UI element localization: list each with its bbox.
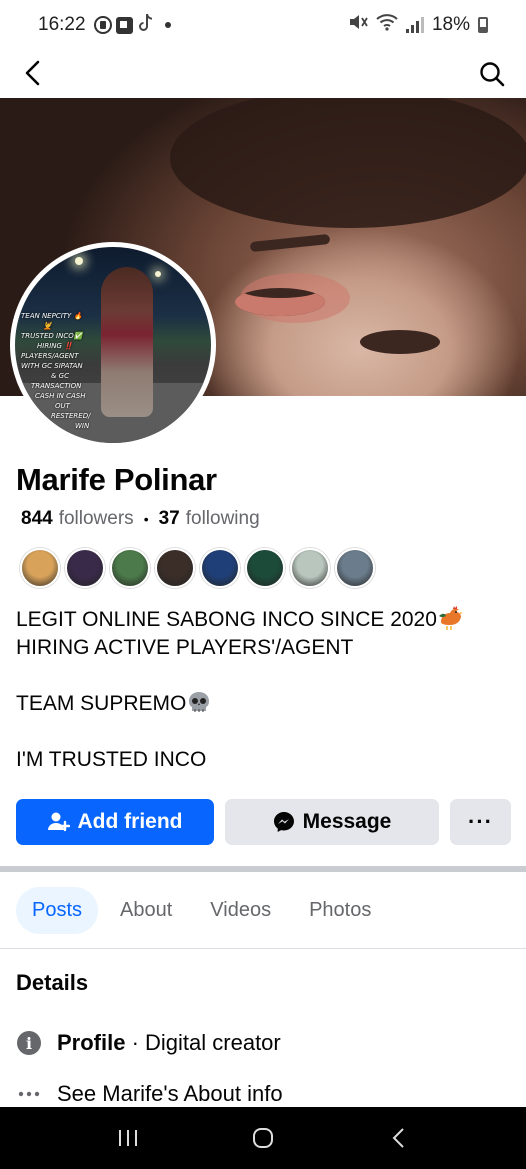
status-bar: 16:22 18% (0, 0, 526, 50)
mutual-friend-avatar[interactable] (65, 548, 105, 588)
tabs-divider (0, 948, 526, 949)
avatar-text-line: WITH GC SIPATAN (21, 362, 83, 370)
mutual-friend-avatar[interactable] (155, 548, 195, 588)
tab-about[interactable]: About (104, 887, 188, 934)
ellipsis-icon (16, 1081, 42, 1107)
bio-line: LEGIT ONLINE SABONG INCO SINCE 2020 (16, 606, 516, 634)
tab-photos[interactable]: Photos (293, 887, 387, 934)
tab-videos[interactable]: Videos (194, 887, 287, 934)
street-light-shape (155, 271, 161, 277)
more-options-button[interactable]: ··· (450, 799, 511, 845)
mutual-friend-avatar[interactable] (200, 548, 240, 588)
tiktok-icon (137, 13, 155, 38)
profile-avatar[interactable]: TEAN NEPCITY 🔥 💆 TRUSTED INCO✅ HIRING ‼️… (10, 242, 216, 448)
profile-bio: LEGIT ONLINE SABONG INCO SINCE 2020 HIRI… (16, 606, 516, 774)
screen-record-icon (93, 16, 112, 34)
avatar-text-line: & GC (51, 372, 69, 380)
chevron-left-icon (25, 60, 40, 86)
details-heading: Details (16, 970, 89, 995)
avatar-overlay-text: TEAN NEPCITY 🔥 💆 TRUSTED INCO✅ HIRING ‼️… (21, 311, 131, 431)
battery-icon (478, 17, 488, 33)
avatar-text-line: HIRING ‼️ (37, 342, 73, 350)
avatar-text-line: TRANSACTION (31, 382, 82, 390)
bio-line-text: TEAM SUPREMO (16, 692, 187, 715)
rooster-icon (437, 606, 465, 630)
avatar-text-line: OUT (55, 402, 70, 410)
recent-apps-icon (118, 1130, 137, 1146)
back-button[interactable] (18, 58, 48, 88)
message-label: Message (302, 810, 392, 833)
cover-brow-shape (249, 233, 331, 253)
bio-line: I'M TRUSTED INCO (16, 748, 207, 771)
recent-apps-button[interactable] (108, 1118, 148, 1158)
message-button[interactable]: Message (225, 799, 439, 845)
mutual-friends-row[interactable] (20, 548, 375, 588)
home-button[interactable] (243, 1118, 283, 1158)
gallery-icon (115, 16, 133, 34)
messenger-icon (273, 812, 294, 832)
profile-name: Marife Polinar (16, 462, 217, 497)
detail-profile-value: Digital creator (145, 1030, 281, 1055)
profile-actions: Add friend Message ··· (16, 799, 511, 845)
status-time: 16:22 (38, 14, 86, 35)
avatar-text-line: WIN (75, 422, 90, 430)
battery-percent: 18% (431, 14, 470, 35)
follow-stats: 844 followers • 37 following (21, 508, 260, 530)
mutual-friend-avatar[interactable] (110, 548, 150, 588)
see-about-info-link[interactable]: See Marife's About info (16, 1081, 283, 1107)
mutual-friend-avatar[interactable] (335, 548, 375, 588)
follow-separator: • (143, 511, 149, 527)
followers-count[interactable]: 844 (21, 508, 53, 530)
system-back-button[interactable] (378, 1118, 418, 1158)
cover-hair-shape (170, 98, 526, 228)
mutual-friend-avatar[interactable] (290, 548, 330, 588)
avatar-text-line: CASH IN CASH (35, 392, 86, 400)
status-notification-icons (93, 13, 171, 38)
android-nav-bar (0, 1107, 526, 1169)
tab-posts[interactable]: Posts (16, 887, 99, 934)
top-nav-bar (0, 50, 526, 98)
following-label[interactable]: following (186, 508, 260, 530)
add-friend-label: Add friend (77, 810, 183, 833)
avatar-text-line: TEAN NEPCITY 🔥 (21, 312, 83, 320)
followers-label[interactable]: followers (59, 508, 134, 530)
status-right-icons: 18% (348, 13, 488, 37)
following-count[interactable]: 37 (159, 508, 180, 530)
detail-profile-separator: · (125, 1030, 146, 1055)
person-add-icon (47, 812, 70, 832)
street-light-shape (75, 257, 83, 265)
cover-eye-shape (235, 288, 325, 316)
avatar-text-line: TRUSTED INCO✅ (21, 332, 83, 340)
see-about-info-label: See Marife's About info (57, 1081, 283, 1106)
bio-line: TEAM SUPREMO (16, 690, 516, 718)
detail-profile-row: i Profile · Digital creator (16, 1030, 281, 1056)
avatar-text-line: 💆 (43, 322, 52, 330)
profile-tabs: Posts About Videos Photos (16, 887, 387, 934)
bio-line: HIRING ACTIVE PLAYERS'/AGENT (16, 636, 354, 659)
detail-profile-label: Profile (57, 1030, 126, 1055)
wifi-icon (376, 13, 398, 37)
home-icon (252, 1128, 273, 1148)
avatar-photo: TEAN NEPCITY 🔥 💆 TRUSTED INCO✅ HIRING ‼️… (15, 247, 211, 443)
skull-icon (186, 690, 212, 716)
bio-line-text: LEGIT ONLINE SABONG INCO SINCE 2020 (16, 608, 437, 631)
search-icon (480, 62, 505, 87)
cover-eye-shape (360, 330, 440, 354)
mute-icon (348, 13, 368, 37)
info-icon: i (16, 1030, 42, 1056)
avatar-text-line: RESTERED/ (51, 412, 91, 420)
signal-icon (405, 17, 424, 33)
mutual-friend-avatar[interactable] (20, 548, 60, 588)
ellipsis-icon: ··· (468, 809, 493, 834)
more-notifications-dot-icon (164, 22, 171, 28)
section-divider (0, 866, 526, 872)
mutual-friend-avatar[interactable] (245, 548, 285, 588)
avatar-text-line: PLAYERS/AGENT (21, 352, 79, 360)
back-icon (392, 1128, 405, 1148)
search-button[interactable] (476, 58, 508, 90)
add-friend-button[interactable]: Add friend (16, 799, 214, 845)
